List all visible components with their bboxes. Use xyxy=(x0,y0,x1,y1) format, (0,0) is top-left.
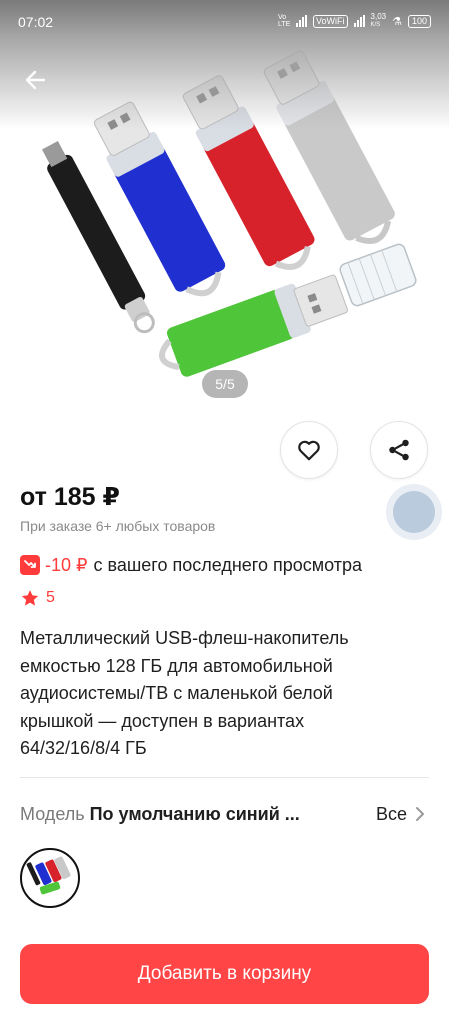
status-icons: Vo LTE VoWiFi 3,03 K/S ⚗ 100 xyxy=(278,13,431,29)
signal-icon xyxy=(296,15,307,27)
price-note: При заказе 6+ любых товаров xyxy=(20,518,216,534)
vowifi-label: VoWiFi xyxy=(313,14,348,28)
product-title-line: аудиосистемы/ТВ с маленькой белой xyxy=(20,683,333,703)
variant-label: Модель xyxy=(20,803,85,824)
network-speed-unit: K/S xyxy=(370,22,381,28)
product-gallery[interactable]: 07:02 Vo LTE VoWiFi 3,03 K/S ⚗ 100 5/5 xyxy=(0,0,449,410)
variant-thumbnail[interactable] xyxy=(20,848,80,908)
chevron-right-icon xyxy=(416,807,424,821)
trend-down-icon xyxy=(24,560,36,568)
favorite-button[interactable] xyxy=(280,421,338,479)
share-icon xyxy=(389,439,409,461)
flask-icon: ⚗ xyxy=(392,15,402,28)
variant-thumbnail-image xyxy=(26,856,71,895)
variant-selector[interactable]: Модель По умолчанию синий ... Все xyxy=(20,800,429,828)
rating-value: 5 xyxy=(46,589,55,606)
page-indicator: 5/5 xyxy=(202,370,248,398)
back-button[interactable] xyxy=(20,64,52,96)
price-drop-icon xyxy=(20,555,40,575)
price-drop-row: -10 ₽ с вашего последнего просмотра xyxy=(20,553,362,577)
divider xyxy=(20,777,429,778)
volte-label: Vo LTE xyxy=(278,14,291,28)
price: от 185 ₽ xyxy=(20,483,120,511)
battery-icon: 100 xyxy=(407,14,431,28)
assistant-bubble[interactable] xyxy=(386,484,442,540)
arrow-left-icon xyxy=(25,70,46,90)
network-speed-value: 3,03 xyxy=(370,12,387,21)
variant-value: По умолчанию синий ... xyxy=(89,803,300,824)
price-drop-value: -10 ₽ xyxy=(45,554,88,575)
status-time: 07:02 xyxy=(18,14,54,30)
product-title-line: емкостью 128 ГБ для автомобильной xyxy=(20,655,333,676)
rating: 5 xyxy=(20,587,55,609)
star-icon xyxy=(21,590,39,606)
product-title-line: крышкой — доступен в вариантах xyxy=(20,710,305,731)
assistant-bubble-dot xyxy=(393,491,435,533)
status-bar: 07:02 Vo LTE VoWiFi 3,03 K/S ⚗ 100 xyxy=(0,0,449,44)
product-title-line: 64/32/16/8/4 ГБ xyxy=(20,738,147,758)
product-title: Металлический USB-флеш-накопитель емкост… xyxy=(20,625,420,763)
signal-icon-2 xyxy=(353,15,365,27)
heart-icon xyxy=(298,440,320,461)
product-title-line: Металлический USB-флеш-накопитель xyxy=(20,628,349,648)
variant-all-link[interactable]: Все xyxy=(376,804,407,825)
add-to-cart-button[interactable]: Добавить в корзину xyxy=(20,944,429,1004)
network-speed: 3,03 K/S xyxy=(371,13,387,29)
price-drop-text: с вашего последнего просмотра xyxy=(93,554,363,575)
share-button[interactable] xyxy=(370,421,428,479)
